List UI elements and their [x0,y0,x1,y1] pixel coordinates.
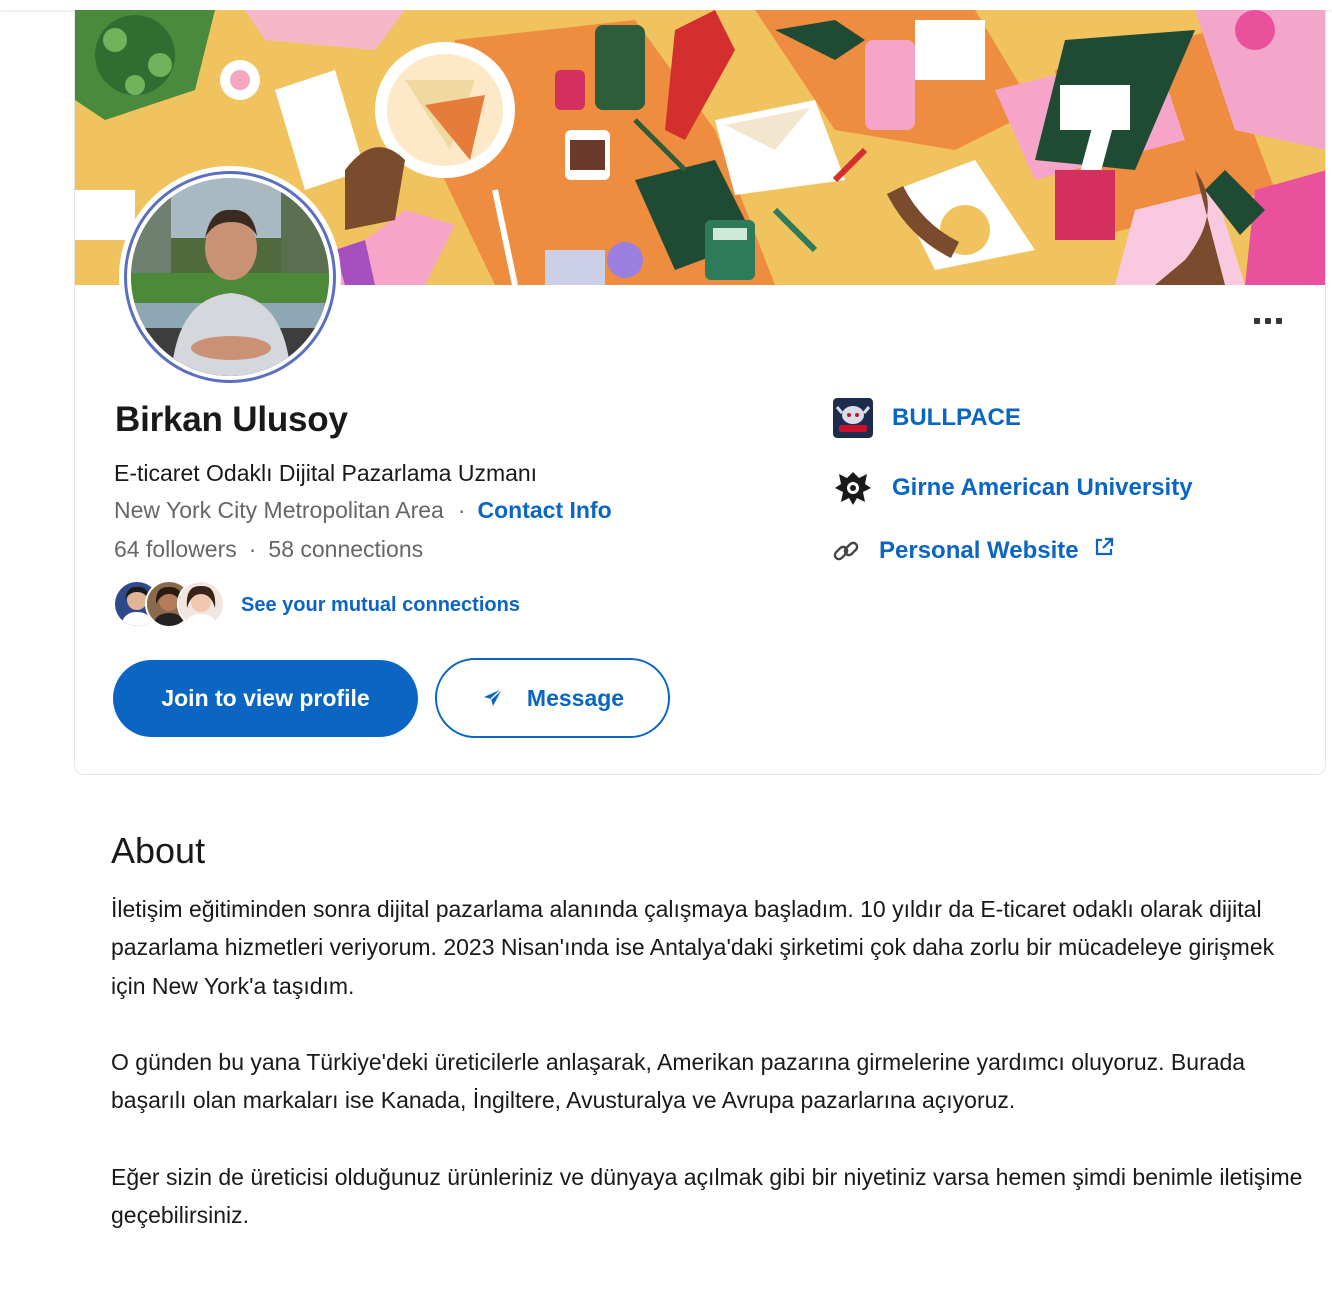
followers-count: 64 followers [114,536,237,562]
more-dot-icon [1254,318,1260,324]
external-link-icon [1095,537,1113,556]
separator-dot: · [248,536,257,562]
company-name: BULLPACE [892,404,1021,431]
personal-website-link[interactable]: Personal Website [831,536,1115,566]
profile-location: New York City Metropolitan Area [114,497,444,523]
more-dot-icon [1265,318,1271,324]
message-button-label: Message [526,684,625,711]
education-link[interactable]: Girne American University [833,468,1193,508]
profile-avatar [119,166,341,388]
mutual-avatars [113,580,225,630]
mutual-connections-link[interactable]: See your mutual connections [241,594,520,617]
send-icon [483,688,503,706]
about-paragraph: O günden bu yana Türkiye'deki üreticiler… [111,1049,1246,1114]
school-name: Girne American University [892,474,1193,501]
stats-row: 64 followers · 58 connections [114,536,423,563]
top-bar [0,0,1332,10]
join-to-view-profile-button[interactable]: Join to view profile [113,660,418,737]
about-paragraph: İletişim eğitiminden sonra dijital pazar… [111,896,1275,999]
link-icon [833,541,859,561]
mutual-avatar [177,580,225,628]
about-text: İletişim eğitiminden sonra dijital pazar… [111,890,1306,1273]
profile-name: Birkan Ulusoy [115,400,348,439]
bullpace-logo [833,398,873,438]
website-label: Personal Website [879,537,1079,564]
separator-dot: · [457,497,466,523]
more-dot-icon [1276,318,1282,324]
more-actions-button[interactable] [1243,306,1293,336]
current-company-link[interactable]: BULLPACE [833,398,1021,438]
university-logo [833,468,873,508]
profile-headline: E-ticaret Odaklı Dijital Pazarlama Uzman… [114,460,538,486]
location-row: New York City Metropolitan Area · Contac… [114,497,612,524]
about-paragraph: Eğer sizin de üreticisi olduğunuz ürünle… [111,1164,1303,1229]
contact-info-link[interactable]: Contact Info [478,497,612,524]
connections-count: 58 connections [268,536,424,562]
profile-card: Birkan Ulusoy E-ticaret Odaklı Dijital P… [74,10,1326,775]
mutual-connections[interactable]: See your mutual connections [113,580,520,630]
message-button[interactable]: Message [435,658,670,738]
profile-photo [131,178,329,376]
about-heading: About [111,830,206,871]
